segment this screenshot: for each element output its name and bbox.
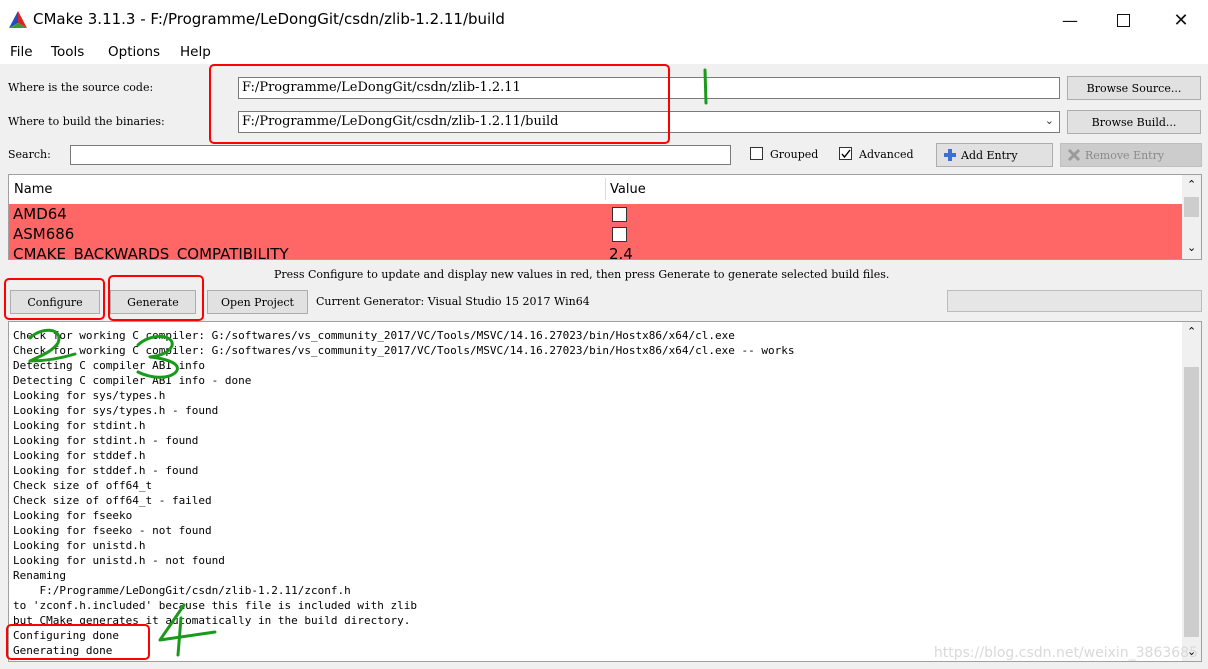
handwritten-number-2 [28, 328, 77, 363]
handwritten-number-3 [136, 335, 179, 379]
handwritten-annotations [28, 68, 708, 657]
handwritten-number-1 [703, 68, 708, 105]
watermark: https://blog.csdn.net/weixin_3863685 [933, 645, 1198, 661]
handwritten-number-4 [158, 603, 217, 657]
